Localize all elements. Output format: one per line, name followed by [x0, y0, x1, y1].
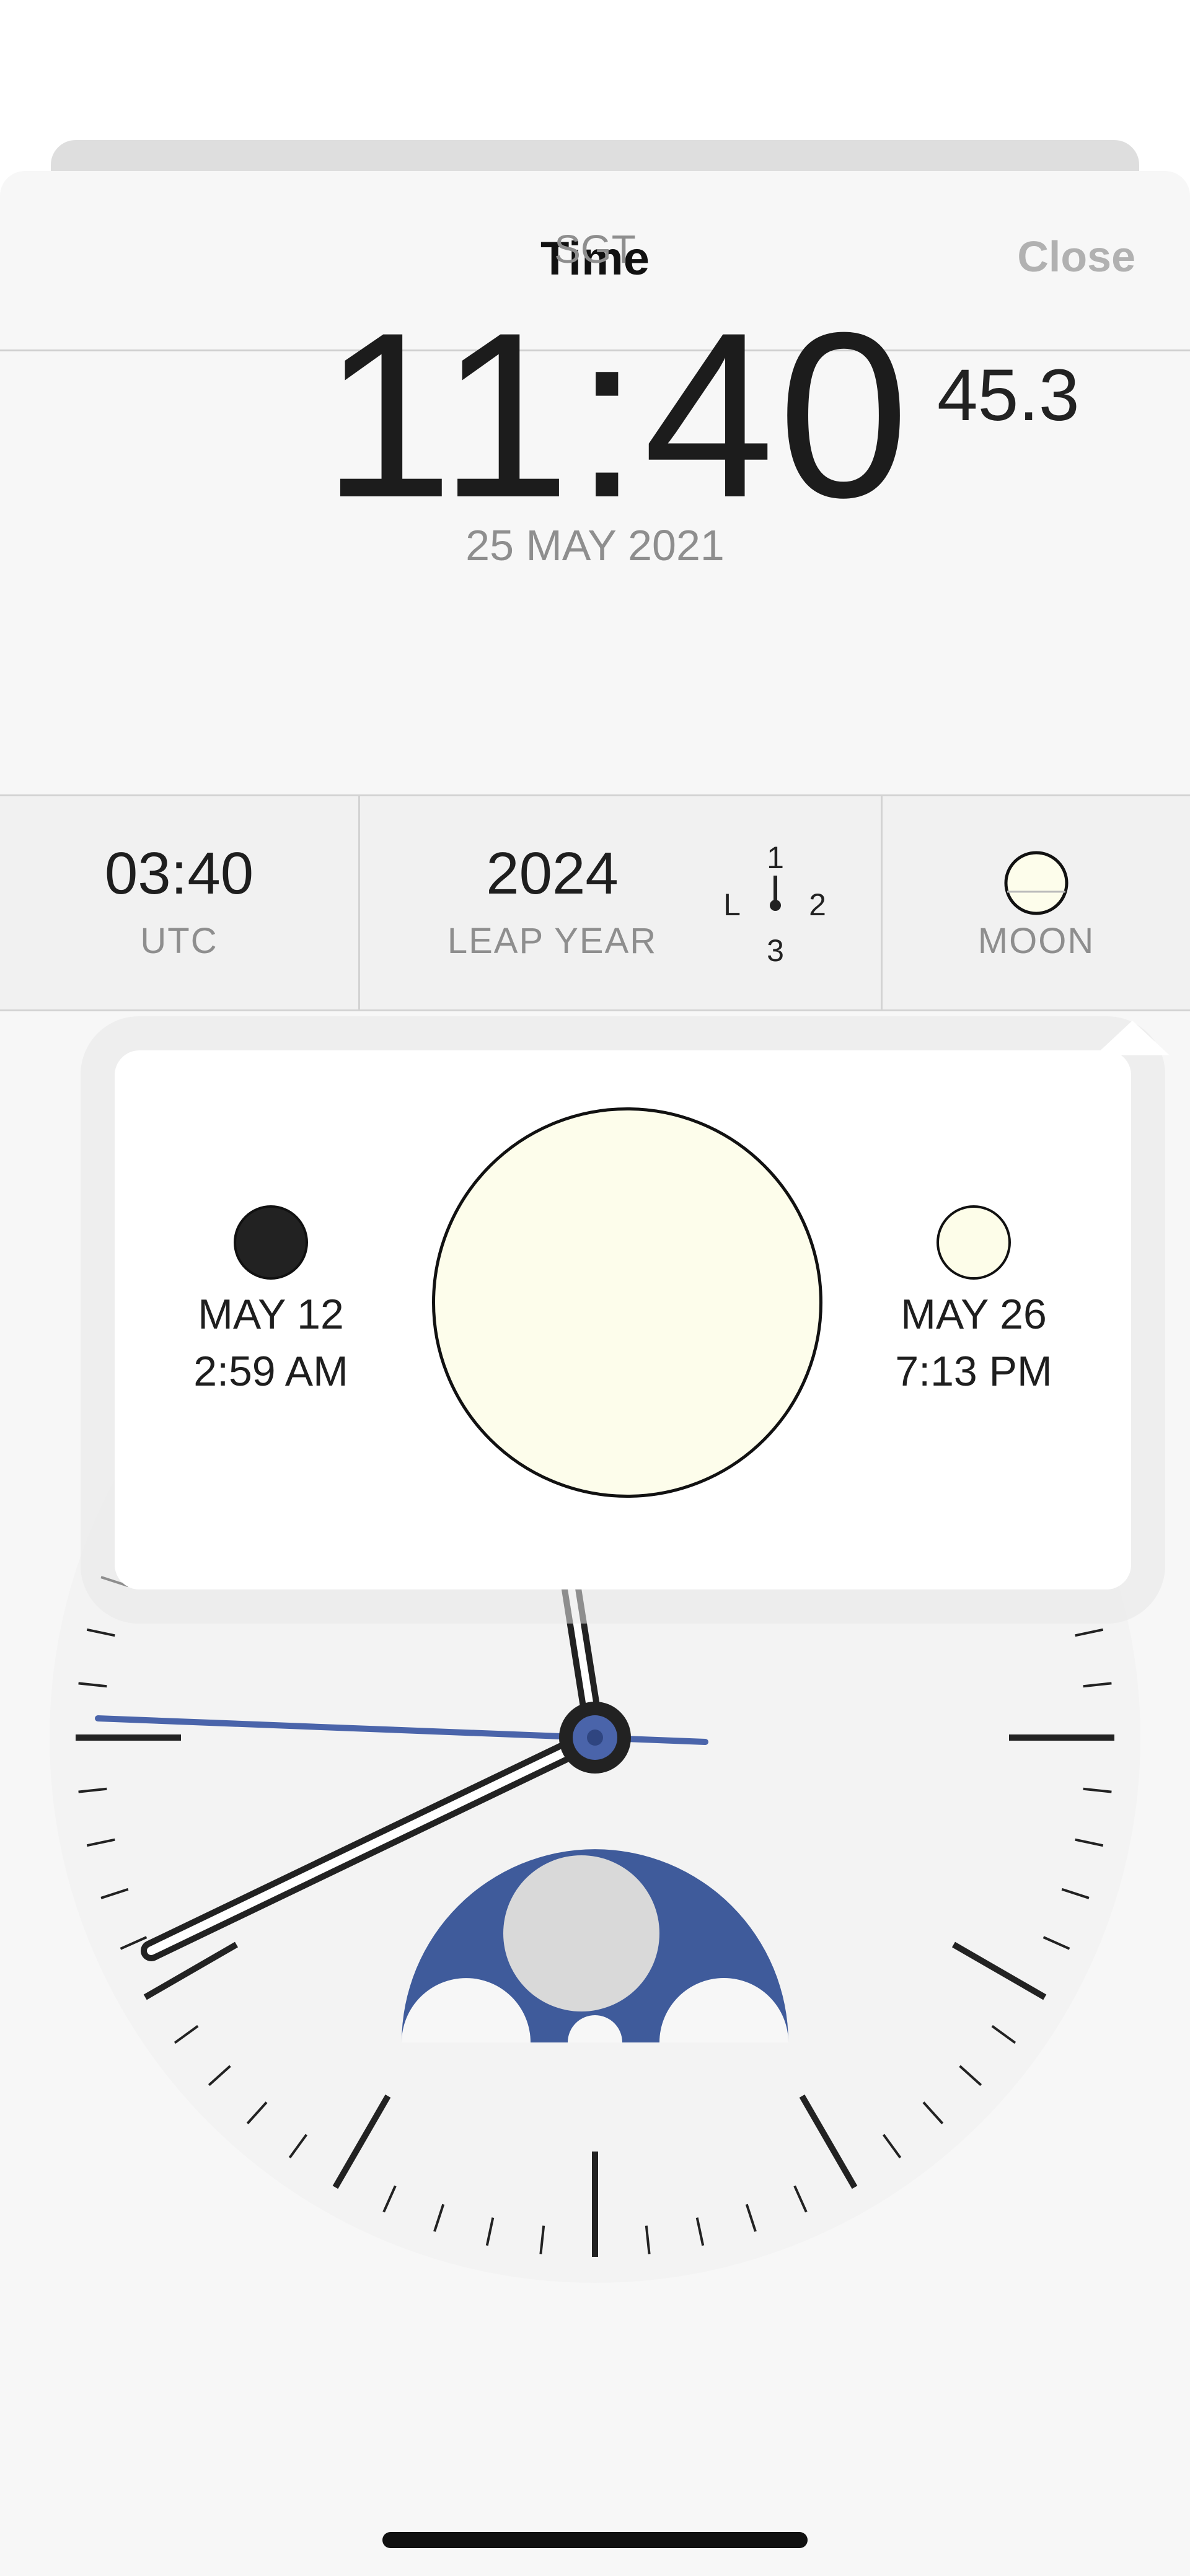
leap-cycle-icon: 1 2 3 L [723, 840, 826, 964]
new-moon-time: 2:59 AM [193, 1348, 348, 1395]
current-moon-icon [432, 1107, 822, 1498]
leap-year-label: LEAP YEAR [447, 921, 658, 961]
seconds-display: 45.3 [937, 354, 1080, 436]
full-moon-date: MAY 26 [901, 1291, 1047, 1338]
leap-top-num: 1 [767, 840, 784, 875]
utc-time: 03:40 [104, 840, 254, 907]
full-moon-item: MAY 26 7:13 PM [850, 1205, 1098, 1400]
moon-label: MOON [977, 921, 1095, 961]
moon-phase-icon [1004, 851, 1069, 915]
full-moon-icon [937, 1205, 1011, 1280]
moon-cell[interactable]: MOON [883, 796, 1190, 1009]
leap-year-cell[interactable]: 2024 LEAP YEAR 1 2 3 L [360, 796, 883, 1009]
leap-left-letter: L [723, 887, 741, 922]
timezone-label: SGT [554, 227, 636, 271]
home-indicator[interactable] [382, 2532, 808, 2548]
new-moon-item: MAY 12 2:59 AM [147, 1205, 395, 1400]
moonphase-disc-icon [503, 1855, 659, 2011]
leap-right-num: 2 [809, 887, 826, 922]
new-moon-date: MAY 12 [198, 1291, 344, 1338]
full-moon-time: 7:13 PM [895, 1348, 1052, 1395]
utc-cell[interactable]: 03:40 UTC [0, 796, 360, 1009]
info-row: 03:40 UTC 2024 LEAP YEAR 1 2 3 L MOON [0, 794, 1190, 1011]
popover-arrow [1095, 1021, 1170, 1055]
moon-popover: MAY 12 2:59 AM MAY 26 7:13 PM [115, 1021, 1170, 1589]
leap-bottom-num: 3 [767, 933, 784, 964]
leap-year-value: 2024 [486, 840, 619, 907]
main-time: 11:40 [322, 283, 913, 547]
new-moon-icon [234, 1205, 308, 1280]
date-display: 25 MAY 2021 [465, 521, 725, 569]
utc-label: UTC [140, 921, 218, 961]
